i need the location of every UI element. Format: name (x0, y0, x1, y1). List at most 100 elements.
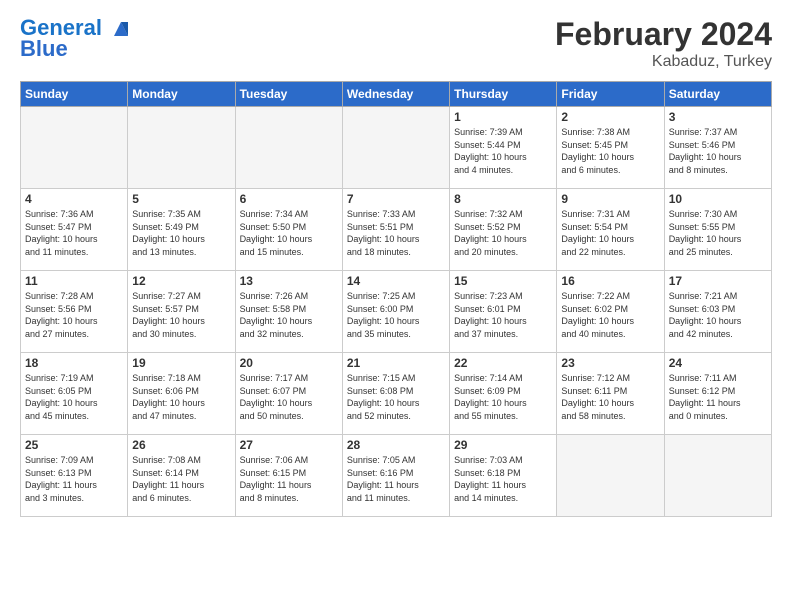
table-row: 3 Sunrise: 7:37 AM Sunset: 5:46 PM Daylig… (664, 107, 771, 189)
day-info: Sunrise: 7:17 AM Sunset: 6:07 PM Dayligh… (240, 372, 338, 422)
sub-title: Kabaduz, Turkey (555, 53, 772, 71)
table-row: 19 Sunrise: 7:18 AM Sunset: 6:06 PM Dayli… (128, 353, 235, 435)
day-info: Sunrise: 7:18 AM Sunset: 6:06 PM Dayligh… (132, 372, 230, 422)
day-number: 6 (240, 192, 338, 206)
table-row (342, 107, 449, 189)
table-row (21, 107, 128, 189)
day-info: Sunrise: 7:32 AM Sunset: 5:52 PM Dayligh… (454, 208, 552, 258)
table-row (128, 107, 235, 189)
day-info: Sunrise: 7:23 AM Sunset: 6:01 PM Dayligh… (454, 290, 552, 340)
day-info: Sunrise: 7:11 AM Sunset: 6:12 PM Dayligh… (669, 372, 767, 422)
day-number: 16 (561, 274, 659, 288)
day-info: Sunrise: 7:05 AM Sunset: 6:16 PM Dayligh… (347, 454, 445, 504)
table-row: 1 Sunrise: 7:39 AM Sunset: 5:44 PM Daylig… (450, 107, 557, 189)
day-number: 17 (669, 274, 767, 288)
table-row: 20 Sunrise: 7:17 AM Sunset: 6:07 PM Dayli… (235, 353, 342, 435)
table-row (557, 435, 664, 517)
page-header: General Blue February 2024 Kabaduz, Turk… (20, 16, 772, 71)
table-row: 9 Sunrise: 7:31 AM Sunset: 5:54 PM Daylig… (557, 189, 664, 271)
table-row: 13Sunrise: 7:26 AM Sunset: 5:58 PM Dayli… (235, 271, 342, 353)
calendar-week-row: 1 Sunrise: 7:39 AM Sunset: 5:44 PM Daylig… (21, 107, 772, 189)
day-number: 19 (132, 356, 230, 370)
table-row: 21 Sunrise: 7:15 AM Sunset: 6:08 PM Dayli… (342, 353, 449, 435)
table-row: 2 Sunrise: 7:38 AM Sunset: 5:45 PM Daylig… (557, 107, 664, 189)
day-info: Sunrise: 7:12 AM Sunset: 6:11 PM Dayligh… (561, 372, 659, 422)
calendar-week-row: 18 Sunrise: 7:19 AM Sunset: 6:05 PM Dayli… (21, 353, 772, 435)
table-row: 23 Sunrise: 7:12 AM Sunset: 6:11 PM Dayli… (557, 353, 664, 435)
day-info: Sunrise: 7:30 AM Sunset: 5:55 PM Dayligh… (669, 208, 767, 258)
table-row: 26 Sunrise: 7:08 AM Sunset: 6:14 PM Dayli… (128, 435, 235, 517)
calendar-table: Sunday Monday Tuesday Wednesday Thursday… (20, 81, 772, 517)
table-row: 18 Sunrise: 7:19 AM Sunset: 6:05 PM Dayli… (21, 353, 128, 435)
calendar-week-row: 25 Sunrise: 7:09 AM Sunset: 6:13 PM Dayli… (21, 435, 772, 517)
day-number: 25 (25, 438, 123, 452)
header-sunday: Sunday (21, 82, 128, 107)
day-number: 8 (454, 192, 552, 206)
day-number: 2 (561, 110, 659, 124)
day-info: Sunrise: 7:06 AM Sunset: 6:15 PM Dayligh… (240, 454, 338, 504)
day-info: Sunrise: 7:08 AM Sunset: 6:14 PM Dayligh… (132, 454, 230, 504)
header-friday: Friday (557, 82, 664, 107)
day-number: 27 (240, 438, 338, 452)
calendar-header-row: Sunday Monday Tuesday Wednesday Thursday… (21, 82, 772, 107)
day-number: 24 (669, 356, 767, 370)
day-info: Sunrise: 7:33 AM Sunset: 5:51 PM Dayligh… (347, 208, 445, 258)
day-info: Sunrise: 7:35 AM Sunset: 5:49 PM Dayligh… (132, 208, 230, 258)
day-info: Sunrise: 7:09 AM Sunset: 6:13 PM Dayligh… (25, 454, 123, 504)
header-saturday: Saturday (664, 82, 771, 107)
day-number: 12 (132, 274, 230, 288)
table-row: 22Sunrise: 7:14 AM Sunset: 6:09 PM Dayli… (450, 353, 557, 435)
day-info: Sunrise: 7:38 AM Sunset: 5:45 PM Dayligh… (561, 126, 659, 176)
day-number: 11 (25, 274, 123, 288)
table-row: 7 Sunrise: 7:33 AM Sunset: 5:51 PM Daylig… (342, 189, 449, 271)
day-info: Sunrise: 7:37 AM Sunset: 5:46 PM Dayligh… (669, 126, 767, 176)
logo-icon (110, 18, 132, 40)
calendar-week-row: 11 Sunrise: 7:28 AM Sunset: 5:56 PM Dayli… (21, 271, 772, 353)
table-row: 25 Sunrise: 7:09 AM Sunset: 6:13 PM Dayli… (21, 435, 128, 517)
day-number: 22 (454, 356, 552, 370)
header-monday: Monday (128, 82, 235, 107)
day-info: Sunrise: 7:03 AM Sunset: 6:18 PM Dayligh… (454, 454, 552, 504)
table-row (235, 107, 342, 189)
table-row: 14Sunrise: 7:25 AM Sunset: 6:00 PM Dayli… (342, 271, 449, 353)
table-row: 27 Sunrise: 7:06 AM Sunset: 6:15 PM Dayli… (235, 435, 342, 517)
day-number: 26 (132, 438, 230, 452)
table-row (664, 435, 771, 517)
calendar-week-row: 4Sunrise: 7:36 AM Sunset: 5:47 PM Daylig… (21, 189, 772, 271)
day-number: 3 (669, 110, 767, 124)
day-info: Sunrise: 7:19 AM Sunset: 6:05 PM Dayligh… (25, 372, 123, 422)
day-number: 10 (669, 192, 767, 206)
header-tuesday: Tuesday (235, 82, 342, 107)
day-number: 7 (347, 192, 445, 206)
day-number: 18 (25, 356, 123, 370)
day-info: Sunrise: 7:34 AM Sunset: 5:50 PM Dayligh… (240, 208, 338, 258)
table-row: 8 Sunrise: 7:32 AM Sunset: 5:52 PM Daylig… (450, 189, 557, 271)
day-number: 1 (454, 110, 552, 124)
table-row: 15 Sunrise: 7:23 AM Sunset: 6:01 PM Dayli… (450, 271, 557, 353)
day-number: 21 (347, 356, 445, 370)
day-info: Sunrise: 7:15 AM Sunset: 6:08 PM Dayligh… (347, 372, 445, 422)
table-row: 4Sunrise: 7:36 AM Sunset: 5:47 PM Daylig… (21, 189, 128, 271)
table-row: 17 Sunrise: 7:21 AM Sunset: 6:03 PM Dayli… (664, 271, 771, 353)
day-number: 28 (347, 438, 445, 452)
header-wednesday: Wednesday (342, 82, 449, 107)
day-number: 15 (454, 274, 552, 288)
day-number: 20 (240, 356, 338, 370)
day-info: Sunrise: 7:28 AM Sunset: 5:56 PM Dayligh… (25, 290, 123, 340)
day-number: 4 (25, 192, 123, 206)
day-number: 23 (561, 356, 659, 370)
day-number: 13 (240, 274, 338, 288)
day-info: Sunrise: 7:31 AM Sunset: 5:54 PM Dayligh… (561, 208, 659, 258)
day-number: 9 (561, 192, 659, 206)
table-row: 12 Sunrise: 7:27 AM Sunset: 5:57 PM Dayli… (128, 271, 235, 353)
page-container: General Blue February 2024 Kabaduz, Turk… (0, 0, 792, 527)
day-info: Sunrise: 7:21 AM Sunset: 6:03 PM Dayligh… (669, 290, 767, 340)
table-row: 29 Sunrise: 7:03 AM Sunset: 6:18 PM Dayli… (450, 435, 557, 517)
day-number: 5 (132, 192, 230, 206)
day-info: Sunrise: 7:39 AM Sunset: 5:44 PM Dayligh… (454, 126, 552, 176)
day-number: 29 (454, 438, 552, 452)
main-title: February 2024 (555, 16, 772, 53)
day-info: Sunrise: 7:22 AM Sunset: 6:02 PM Dayligh… (561, 290, 659, 340)
day-info: Sunrise: 7:27 AM Sunset: 5:57 PM Dayligh… (132, 290, 230, 340)
table-row: 24 Sunrise: 7:11 AM Sunset: 6:12 PM Dayli… (664, 353, 771, 435)
